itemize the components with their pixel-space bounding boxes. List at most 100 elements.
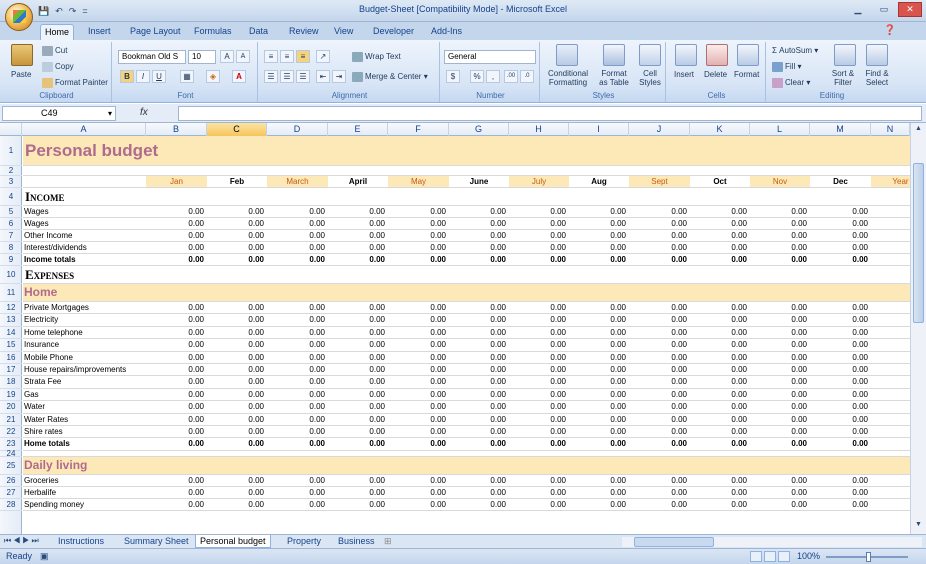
tab-insert[interactable]: Insert xyxy=(86,24,113,40)
value-cell[interactable]: 0.00 xyxy=(569,206,629,217)
row-label[interactable]: Spending money xyxy=(23,499,146,510)
row-header[interactable]: 25 xyxy=(0,457,22,475)
row-header[interactable]: 7 xyxy=(0,230,22,242)
row-header[interactable]: 18 xyxy=(0,376,22,389)
value-cell[interactable]: 0.00 xyxy=(690,206,750,217)
value-cell[interactable]: 0.00 xyxy=(509,206,569,217)
value-cell[interactable]: 0.00 xyxy=(207,438,267,449)
value-cell[interactable]: 0.00 xyxy=(509,389,569,400)
value-cell[interactable]: 0.00 xyxy=(629,230,690,241)
value-cell[interactable]: 0.00 xyxy=(328,314,388,325)
value-cell[interactable]: 0.00 xyxy=(750,364,810,375)
value-cell[interactable]: 0.00 xyxy=(146,230,207,241)
value-cell[interactable]: 0.00 xyxy=(388,302,449,313)
align-right-icon[interactable]: ☰ xyxy=(296,70,310,83)
font-name-select[interactable]: Bookman Old S xyxy=(118,50,186,64)
value-cell[interactable]: 0.00 xyxy=(449,218,509,229)
sheet-nav-icons[interactable]: ⏮◀▶⏭ xyxy=(4,536,41,546)
value-cell[interactable]: 0.00 xyxy=(629,376,690,387)
currency-icon[interactable]: $ xyxy=(446,70,460,83)
value-cell[interactable]: 0.00 xyxy=(449,426,509,437)
value-cell[interactable]: 0.00 xyxy=(146,206,207,217)
total-label[interactable]: Income totals xyxy=(23,254,146,265)
value-cell[interactable]: 0.00 xyxy=(146,499,207,510)
align-left-icon[interactable]: ☰ xyxy=(264,70,278,83)
decrease-decimal-icon[interactable]: .0 xyxy=(520,70,534,83)
value-cell[interactable]: 0.00 xyxy=(509,376,569,387)
tab-add-ins[interactable]: Add-Ins xyxy=(429,24,464,40)
value-cell[interactable]: 0.00 xyxy=(750,314,810,325)
value-cell[interactable]: 0.00 xyxy=(629,364,690,375)
value-cell[interactable]: 0.00 xyxy=(207,327,267,338)
column-header-n[interactable]: N xyxy=(871,123,910,136)
value-cell[interactable]: 0.00 xyxy=(569,314,629,325)
row-header[interactable]: 27 xyxy=(0,487,22,500)
value-cell[interactable]: 0.00 xyxy=(690,438,750,449)
increase-decimal-icon[interactable]: .00 xyxy=(504,70,518,83)
value-cell[interactable]: 0.00 xyxy=(750,218,810,229)
value-cell[interactable]: 0.00 xyxy=(629,499,690,510)
cut-button[interactable]: Cut xyxy=(42,46,67,56)
formula-input[interactable] xyxy=(178,106,922,121)
percent-button[interactable]: % xyxy=(470,70,484,83)
value-cell[interactable]: 0.00 xyxy=(750,499,810,510)
value-cell[interactable]: 0.00 xyxy=(750,302,810,313)
value-cell[interactable]: 0.00 xyxy=(267,314,328,325)
format-cells-button[interactable]: Format xyxy=(734,70,759,79)
row-label[interactable]: Groceries xyxy=(23,475,146,486)
insert-sheet-icon[interactable]: ⊞ xyxy=(380,535,396,548)
insert-cells-button[interactable]: Insert xyxy=(674,70,694,79)
value-cell[interactable]: 0.00 xyxy=(750,401,810,412)
clear-button[interactable]: Clear ▾ xyxy=(772,78,810,88)
value-cell[interactable]: 0.00 xyxy=(810,389,871,400)
value-cell[interactable]: 0.00 xyxy=(690,339,750,350)
value-cell[interactable]: 0.00 xyxy=(810,426,871,437)
column-header-i[interactable]: I xyxy=(569,123,629,136)
value-cell[interactable]: 0.00 xyxy=(207,254,267,265)
value-cell[interactable]: 0.00 xyxy=(388,242,449,253)
value-cell[interactable]: 0.00 xyxy=(328,254,388,265)
row-header[interactable]: 12 xyxy=(0,302,22,315)
value-cell[interactable]: 0.00 xyxy=(569,230,629,241)
value-cell[interactable]: 0.00 xyxy=(207,302,267,313)
value-cell[interactable]: 0.00 xyxy=(690,414,750,425)
row-header[interactable]: 3 xyxy=(0,176,22,188)
month-header[interactable]: June xyxy=(449,176,509,187)
value-cell[interactable]: 0.00 xyxy=(207,352,267,363)
zoom-level[interactable]: 100% xyxy=(797,551,820,561)
value-cell[interactable]: 0.00 xyxy=(388,475,449,486)
vertical-scrollbar[interactable]: ▲ ▼ xyxy=(910,123,926,534)
month-header[interactable]: Jan xyxy=(146,176,207,187)
value-cell[interactable]: 0.00 xyxy=(810,364,871,375)
value-cell[interactable]: 0.00 xyxy=(509,487,569,498)
value-cell[interactable]: 0.00 xyxy=(267,230,328,241)
font-size-select[interactable]: 10 xyxy=(188,50,216,64)
value-cell[interactable]: 0.00 xyxy=(388,487,449,498)
column-header-d[interactable]: D xyxy=(267,123,328,136)
row-header[interactable]: 21 xyxy=(0,414,22,426)
find-select-icon[interactable] xyxy=(866,44,888,66)
value-cell[interactable]: 0.00 xyxy=(388,339,449,350)
tab-view[interactable]: View xyxy=(332,24,355,40)
row-label[interactable]: Wages xyxy=(23,218,146,229)
find-select-button[interactable]: Find & Select xyxy=(861,69,893,87)
insert-cells-icon[interactable] xyxy=(675,44,697,66)
tab-data[interactable]: Data xyxy=(247,24,270,40)
value-cell[interactable]: 0.00 xyxy=(449,242,509,253)
section-header[interactable]: Income xyxy=(23,188,223,205)
value-cell[interactable]: 0.00 xyxy=(569,302,629,313)
value-cell[interactable]: 0.00 xyxy=(267,254,328,265)
value-cell[interactable]: 0.00 xyxy=(629,487,690,498)
total-label[interactable]: Home totals xyxy=(23,438,146,449)
month-header[interactable]: Aug xyxy=(569,176,629,187)
italic-button[interactable]: I xyxy=(136,70,150,83)
value-cell[interactable]: 0.00 xyxy=(388,206,449,217)
value-cell[interactable]: 0.00 xyxy=(328,206,388,217)
value-cell[interactable]: 0.00 xyxy=(388,327,449,338)
value-cell[interactable]: 0.00 xyxy=(449,401,509,412)
value-cell[interactable]: 0.00 xyxy=(629,414,690,425)
value-cell[interactable]: 0.00 xyxy=(629,302,690,313)
value-cell[interactable]: 0.00 xyxy=(328,230,388,241)
row-label[interactable]: Herbalife xyxy=(23,487,146,498)
value-cell[interactable]: 0.00 xyxy=(328,475,388,486)
